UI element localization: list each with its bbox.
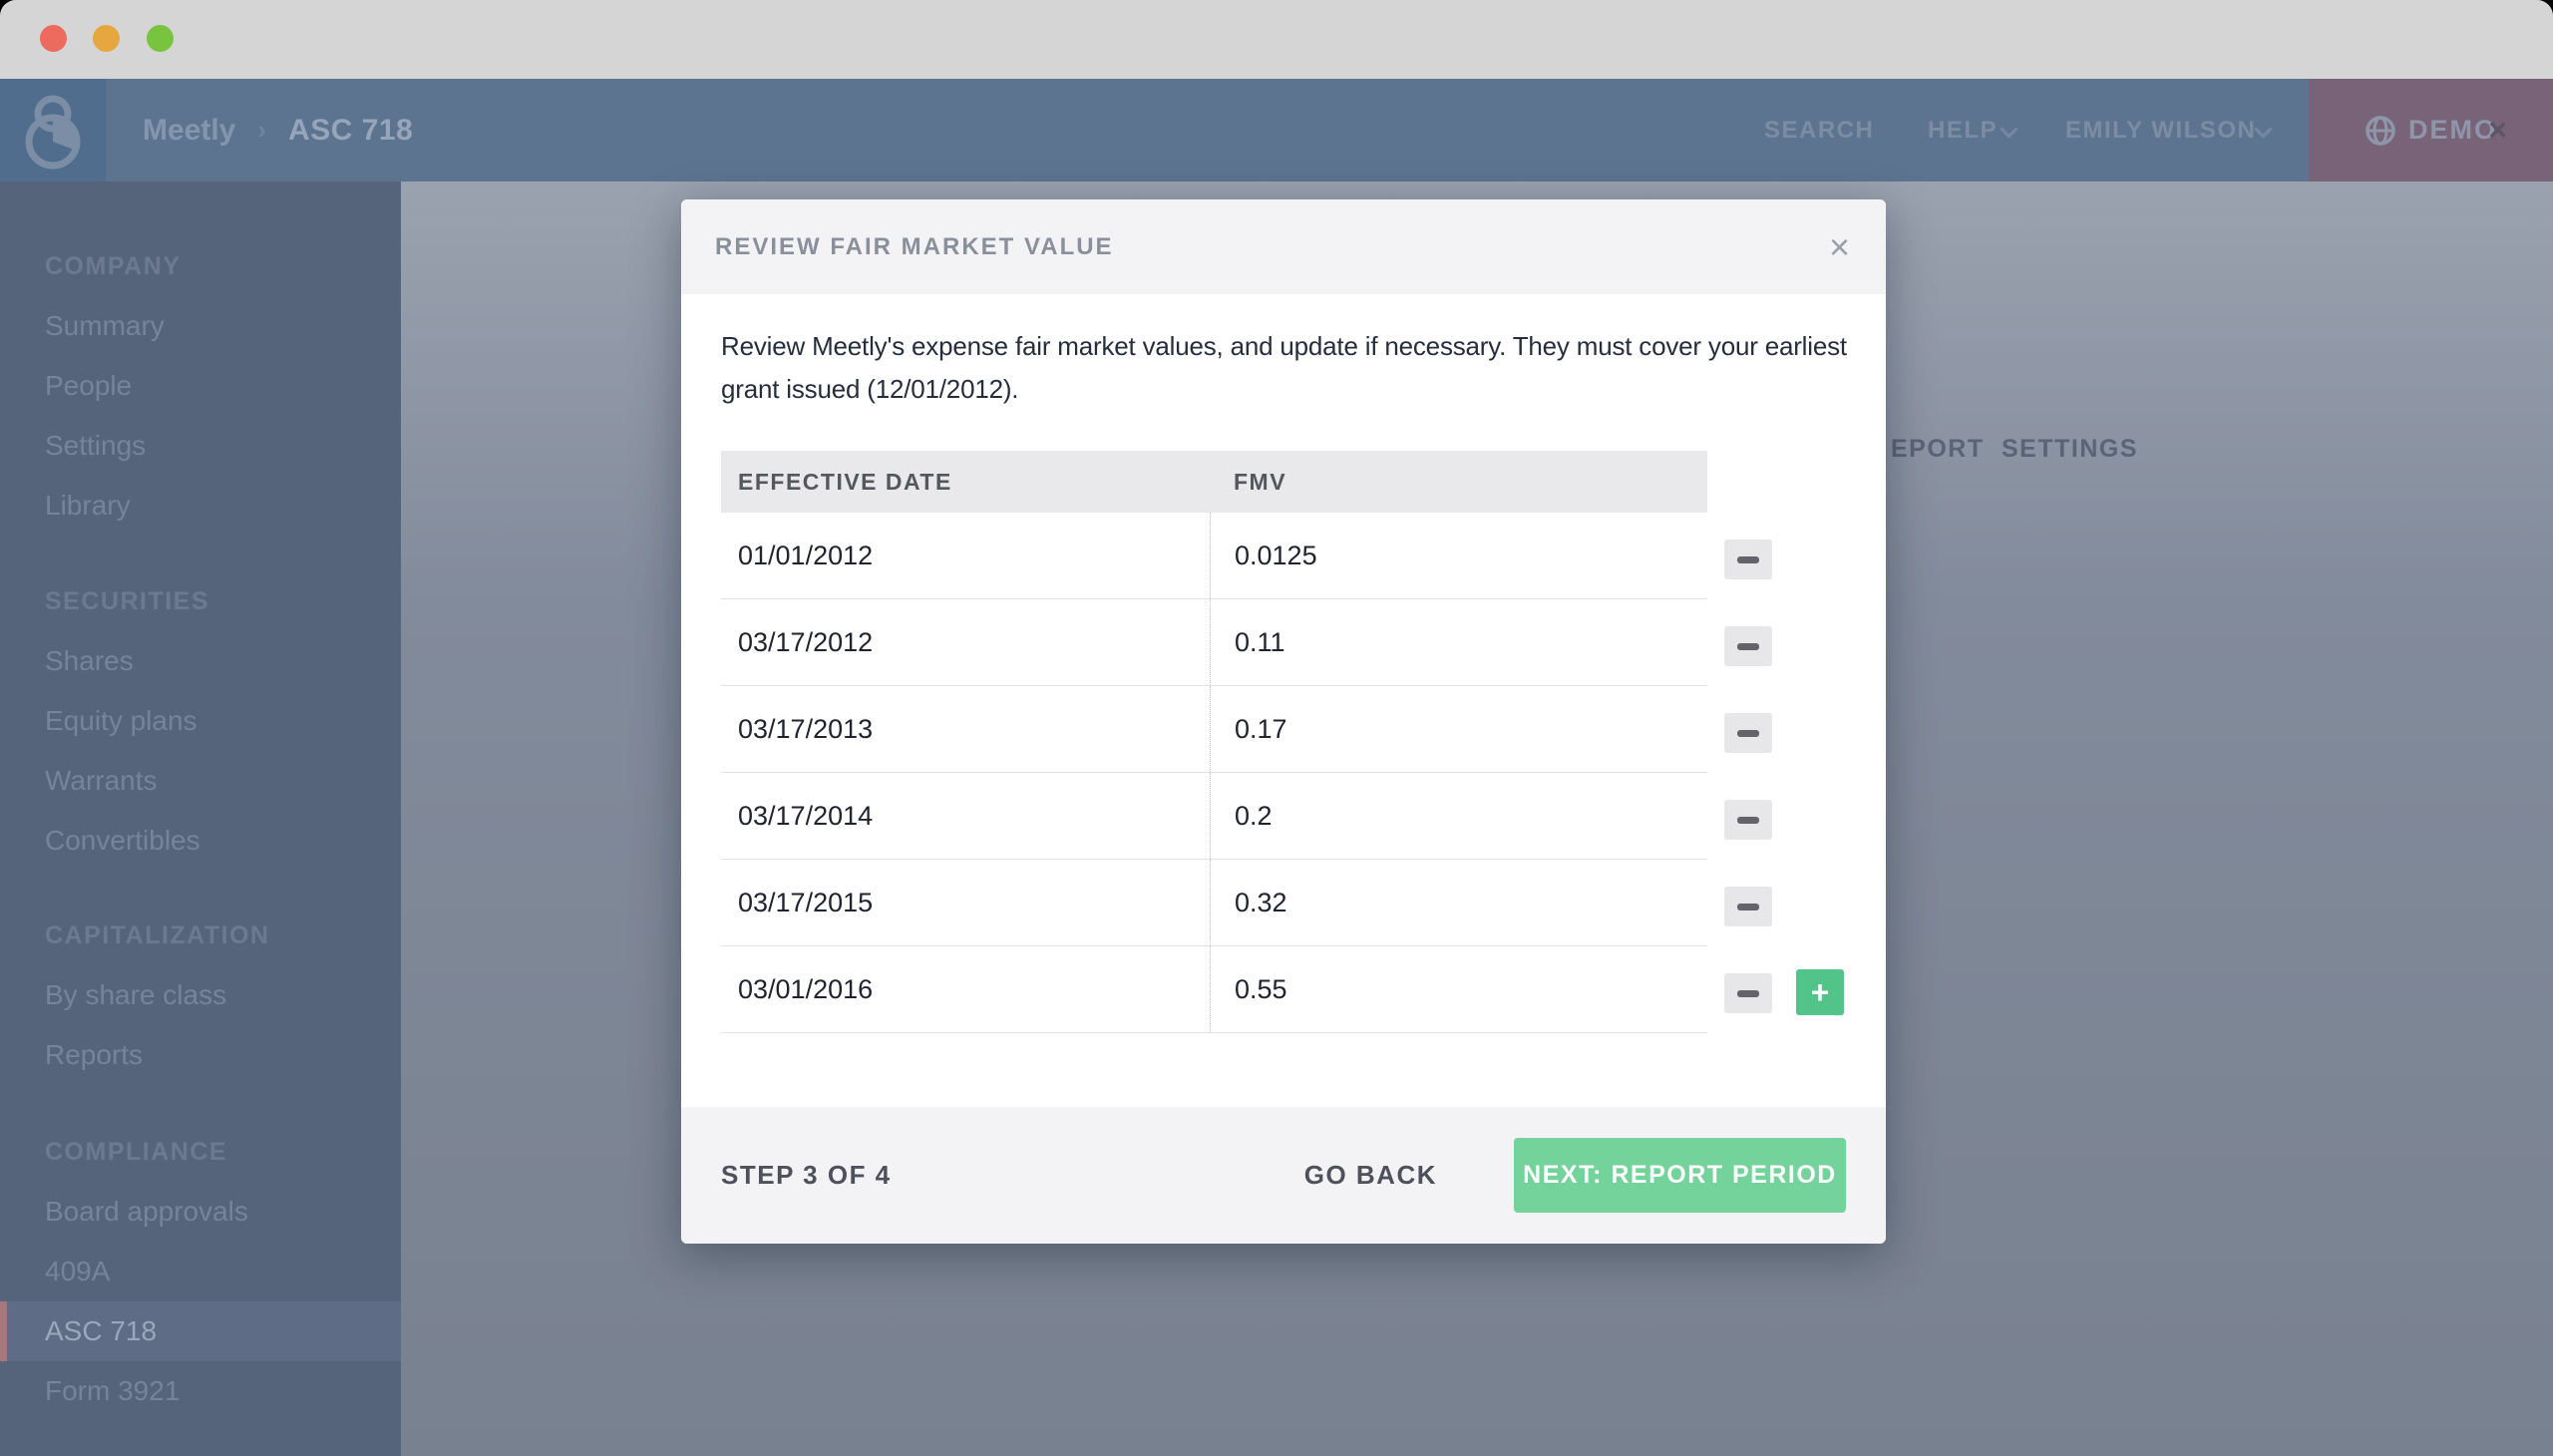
sidebar-item-summary[interactable]: Summary — [0, 296, 401, 356]
effective-date-cell[interactable]: 03/17/2013 — [721, 686, 1210, 772]
sidebar-section-capitalization: CAPITALIZATION — [45, 920, 270, 950]
fmv-value-cell[interactable]: 0.32 — [1210, 860, 1707, 945]
tab-settings[interactable]: SETTINGS — [2002, 421, 2138, 477]
sidebar-item-convertibles[interactable]: Convertibles — [0, 811, 401, 871]
sidebar-item-asc-718[interactable]: ASC 718 — [0, 1301, 401, 1361]
sidebar-section-compliance: COMPLIANCE — [45, 1137, 227, 1167]
minus-icon — [1737, 556, 1759, 563]
column-header-fmv: FMV — [1210, 469, 1707, 496]
review-fmv-modal: REVIEW FAIR MARKET VALUE × Review Meetly… — [681, 199, 1886, 1244]
fmv-value-cell[interactable]: 0.2 — [1210, 773, 1707, 859]
breadcrumb-company[interactable]: Meetly — [143, 114, 235, 148]
window-titlebar — [0, 0, 2553, 79]
tab-eport[interactable]: EPORT — [1891, 421, 1985, 477]
fmv-table-row: 03/17/20130.17 — [721, 686, 1707, 773]
navbar-item-help[interactable]: HELP — [1928, 79, 1998, 182]
fmv-table-row: 03/17/20120.11 — [721, 599, 1707, 686]
sidebar-item-settings[interactable]: Settings — [0, 416, 401, 476]
navbar-item-search[interactable]: SEARCH — [1764, 79, 1874, 182]
effective-date-cell[interactable]: 01/01/2012 — [721, 513, 1210, 598]
sidebar-item-board-approvals[interactable]: Board approvals — [0, 1182, 401, 1242]
remove-row-button[interactable] — [1724, 800, 1772, 840]
app-window: Meetly › ASC 718 SEARCHHELPEMILY WILSON … — [0, 0, 2553, 1456]
remove-row-button[interactable] — [1724, 713, 1772, 753]
demo-label: DEMO — [2408, 115, 2497, 146]
wizard-step-label: STEP 3 OF 4 — [721, 1160, 892, 1191]
fmv-value-cell[interactable]: 0.0125 — [1210, 513, 1707, 598]
remove-row-button[interactable] — [1724, 540, 1772, 579]
minus-icon — [1737, 730, 1759, 737]
sidebar-item-equity-plans[interactable]: Equity plans — [0, 691, 401, 751]
modal-close-icon[interactable]: × — [1829, 199, 1850, 294]
minimize-window-button[interactable] — [93, 25, 120, 52]
navbar-item-emily-wilson[interactable]: EMILY WILSON — [2065, 79, 2256, 182]
chevron-down-icon — [2000, 120, 2017, 138]
fmv-table-row: 01/01/20120.0125 — [721, 513, 1707, 599]
sidebar-item-people[interactable]: People — [0, 356, 401, 416]
modal-title: REVIEW FAIR MARKET VALUE — [715, 199, 1114, 294]
sidebar-item-reports[interactable]: Reports — [0, 1025, 401, 1085]
remove-row-button[interactable] — [1724, 887, 1772, 926]
fmv-value-cell[interactable]: 0.11 — [1210, 599, 1707, 685]
column-header-effective-date: EFFECTIVE DATE — [721, 469, 1210, 496]
breadcrumb-separator-icon: › — [257, 115, 266, 146]
close-window-button[interactable] — [40, 25, 67, 52]
sidebar-item-library[interactable]: Library — [0, 476, 401, 536]
sidebar-item-by-share-class[interactable]: By share class — [0, 965, 401, 1025]
fmv-table: EFFECTIVE DATE FMV 01/01/20120.012503/17… — [721, 451, 1707, 1033]
globe-icon — [2365, 115, 2396, 147]
effective-date-cell[interactable]: 03/17/2015 — [721, 860, 1210, 945]
modal-description: Review Meetly's expense fair market valu… — [721, 325, 1868, 411]
modal-header: REVIEW FAIR MARKET VALUE × — [681, 199, 1886, 294]
chevron-down-icon — [2254, 120, 2272, 138]
fmv-value-cell[interactable]: 0.55 — [1210, 946, 1707, 1032]
breadcrumb-page: ASC 718 — [288, 114, 413, 148]
minus-icon — [1737, 643, 1759, 650]
sidebar-section-company: COMPANY — [45, 251, 181, 281]
remove-row-button[interactable] — [1724, 626, 1772, 666]
sidebar-item-form-3921[interactable]: Form 3921 — [0, 1361, 401, 1421]
sidebar-item-shares[interactable]: Shares — [0, 631, 401, 691]
sidebar-item-409a[interactable]: 409A — [0, 1242, 401, 1301]
fmv-table-header: EFFECTIVE DATE FMV — [721, 451, 1707, 513]
remove-row-button[interactable] — [1724, 973, 1772, 1013]
top-navbar: Meetly › ASC 718 SEARCHHELPEMILY WILSON … — [0, 79, 2553, 182]
fmv-table-row: 03/01/20160.55 — [721, 946, 1707, 1033]
effective-date-cell[interactable]: 03/17/2014 — [721, 773, 1210, 859]
next-report-period-button[interactable]: NEXT: REPORT PERIOD — [1514, 1138, 1846, 1213]
effective-date-cell[interactable]: 03/01/2016 — [721, 946, 1210, 1032]
add-row-button[interactable]: + — [1796, 969, 1844, 1015]
go-back-button[interactable]: GO BACK — [1304, 1160, 1437, 1191]
fmv-table-row: 03/17/20150.32 — [721, 860, 1707, 946]
minus-icon — [1737, 904, 1759, 910]
breadcrumb: Meetly › ASC 718 — [143, 79, 413, 182]
eshares-logo[interactable] — [0, 79, 106, 182]
demo-badge[interactable]: DEMO — [2309, 79, 2553, 182]
fmv-table-row: 03/17/20140.2 — [721, 773, 1707, 860]
sidebar-section-securities: SECURITIES — [45, 586, 209, 616]
sidebar: COMPANY SummaryPeopleSettingsLibrary SECUR… — [0, 182, 401, 1456]
eshares-lock-pie-icon — [22, 90, 84, 172]
minus-icon — [1737, 990, 1759, 997]
modal-footer: STEP 3 OF 4 GO BACK NEXT: REPORT PERIOD — [681, 1107, 1886, 1244]
effective-date-cell[interactable]: 03/17/2012 — [721, 599, 1210, 685]
fmv-value-cell[interactable]: 0.17 — [1210, 686, 1707, 772]
fmv-table-body: 01/01/20120.012503/17/20120.1103/17/2013… — [721, 513, 1707, 1033]
sidebar-item-warrants[interactable]: Warrants — [0, 751, 401, 811]
demo-close-icon[interactable]: × — [2488, 79, 2507, 182]
zoom-window-button[interactable] — [147, 25, 174, 52]
minus-icon — [1737, 817, 1759, 824]
